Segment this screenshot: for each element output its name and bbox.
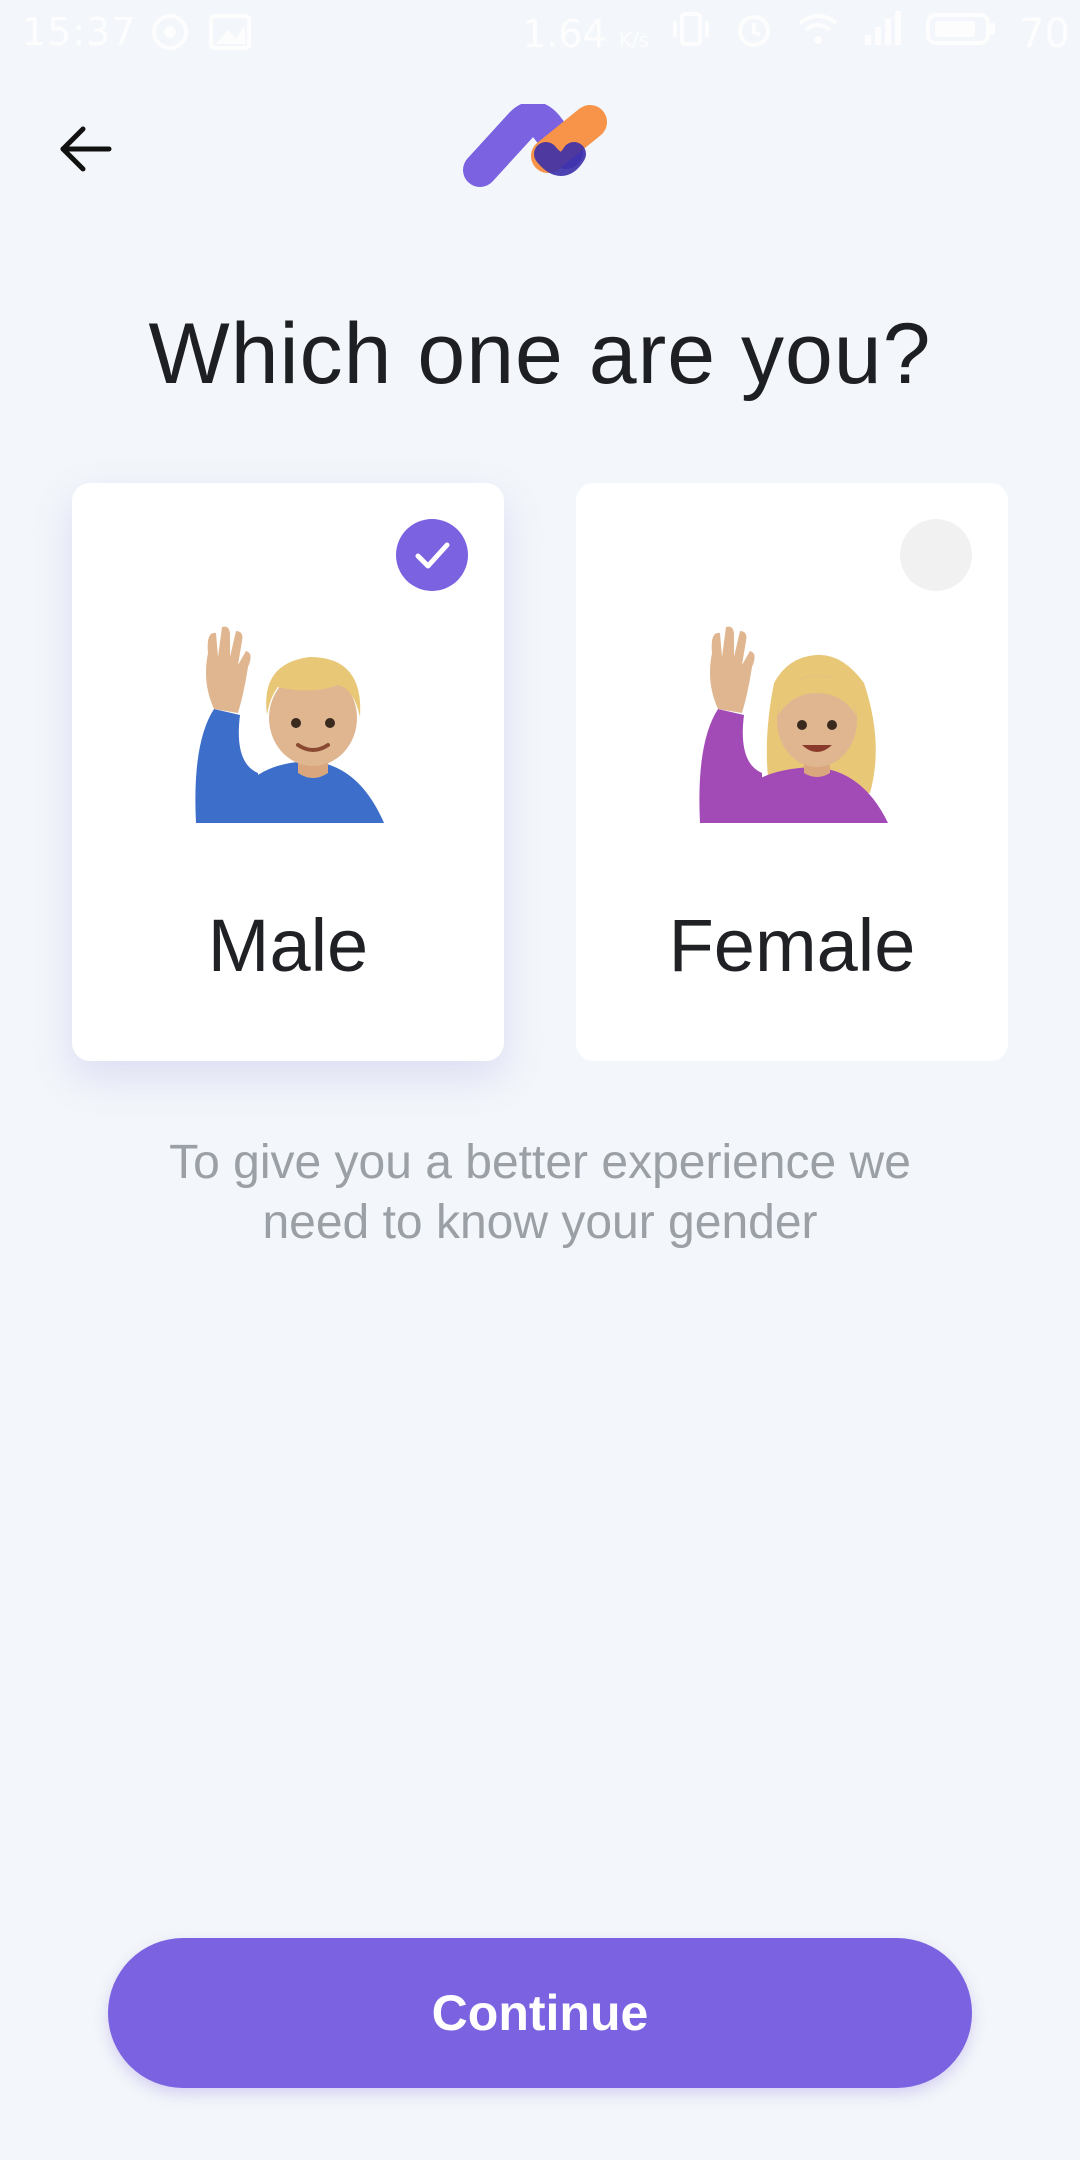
wifi-icon xyxy=(797,9,839,58)
image-icon xyxy=(208,12,252,61)
subtitle: To give you a better experience we need … xyxy=(169,1136,911,1249)
status-right-cluster: 1.64 K/s 70 xyxy=(522,8,1070,59)
male-option-card[interactable]: Male xyxy=(72,483,504,1061)
app-logo xyxy=(462,101,618,194)
female-selected-indicator xyxy=(900,519,972,591)
male-label: Male xyxy=(207,904,369,987)
signal-icon xyxy=(861,9,903,58)
network-speed-value: 1.64 xyxy=(522,11,607,56)
female-label: Female xyxy=(668,904,916,987)
status-time: 15:37 xyxy=(22,10,137,54)
woman-raising-hand-icon xyxy=(692,623,892,823)
status-bar: 15:37 1.64 K/s 70 xyxy=(0,0,1080,64)
back-button[interactable] xyxy=(50,118,120,180)
vibrate-icon xyxy=(671,9,711,58)
alarm-icon xyxy=(733,8,775,59)
male-selected-indicator xyxy=(396,519,468,591)
whatsapp-icon xyxy=(150,12,190,61)
continue-button[interactable]: Continue xyxy=(108,1938,972,2088)
battery-icon xyxy=(925,9,997,58)
man-raising-hand-icon xyxy=(188,623,388,823)
checkmark-icon xyxy=(415,542,450,569)
female-option-card[interactable]: Female xyxy=(576,483,1008,1061)
battery-level: 70 xyxy=(1019,10,1070,57)
network-speed-unit: K/s xyxy=(618,27,650,52)
page-title: Which one are you? xyxy=(148,306,932,402)
arrow-left-icon xyxy=(60,126,112,172)
network-speed: 1.64 K/s xyxy=(522,12,649,56)
